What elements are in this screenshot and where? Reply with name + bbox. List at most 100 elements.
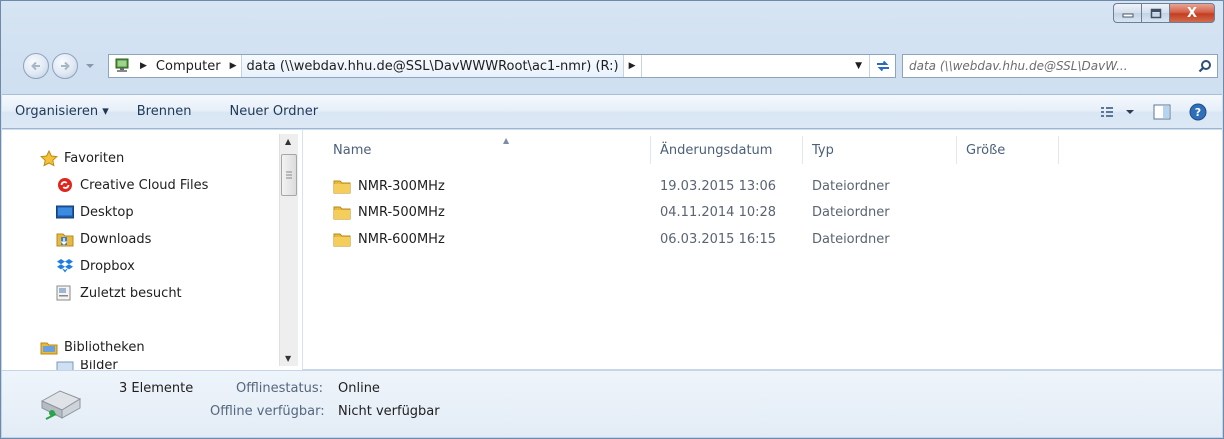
sidebar-header-favorites[interactable]: Favoriten [40, 146, 124, 170]
sidebar-item-label: Bilder [80, 360, 118, 370]
item-count: 3 Elemente [119, 381, 194, 396]
sidebar-item-downloads[interactable]: Downloads [56, 227, 151, 251]
change-view-button[interactable] [1096, 99, 1140, 125]
offline-status-label: Offlinestatus: [236, 381, 323, 396]
help-button[interactable]: ? [1184, 99, 1212, 125]
column-header-label: Typ [812, 142, 834, 158]
caption-buttons: X [1113, 3, 1215, 23]
navigation-scrollbar[interactable]: ▲ ▼ [279, 134, 298, 366]
content-area: Favoriten Creative Cloud Files Desktop D… [2, 130, 1222, 370]
sidebar-item-recent-places[interactable]: Zuletzt besucht [56, 281, 182, 305]
file-type: Dateiordner [812, 178, 890, 194]
file-modified: 19.03.2015 13:06 [660, 178, 777, 194]
file-name: NMR-600MHz [358, 231, 445, 247]
offline-available-label: Offline verfügbar: [210, 404, 325, 419]
offline-available-value: Nicht verfügbar [338, 404, 440, 419]
breadcrumb-separator-icon[interactable]: ▶ [624, 55, 642, 77]
sidebar-item-desktop[interactable]: Desktop [56, 200, 134, 224]
sidebar-item-label: Zuletzt besucht [80, 285, 182, 301]
file-type: Dateiordner [812, 204, 890, 220]
view-options-icon [1101, 107, 1134, 117]
breadcrumb-separator-icon[interactable]: ▶ [225, 61, 242, 71]
recent-pages-chevron-icon[interactable] [85, 62, 95, 70]
file-modified: 04.11.2014 10:28 [660, 204, 777, 220]
star-icon [40, 149, 58, 167]
minimize-icon [1122, 13, 1133, 18]
sidebar-item-label: Desktop [80, 204, 134, 220]
new-folder-button[interactable]: Neuer Ordner [201, 99, 328, 125]
sidebar-item-label: Dropbox [80, 258, 135, 274]
column-header-size[interactable]: Größe [958, 136, 1059, 164]
close-icon: X [1186, 5, 1198, 21]
breadcrumb-separator-icon[interactable]: ▶ [135, 61, 152, 71]
close-button[interactable]: X [1169, 3, 1215, 23]
file-modified: 06.03.2015 16:15 [660, 231, 777, 247]
file-row[interactable]: NMR-600MHz 06.03.2015 16:15 Dateiordner [325, 226, 1125, 252]
libraries-icon [40, 339, 58, 355]
folder-icon [333, 206, 351, 220]
sidebar-item-creative-cloud-files[interactable]: Creative Cloud Files [56, 173, 208, 197]
back-arrow-icon [31, 61, 40, 71]
column-header-type[interactable]: Typ [804, 136, 957, 164]
sidebar-header-label: Favoriten [64, 150, 125, 166]
creative-cloud-icon [56, 177, 74, 193]
file-row[interactable]: NMR-300MHz 19.03.2015 13:06 Dateiordner [325, 173, 1125, 199]
sidebar-item-label: Downloads [80, 231, 152, 247]
preview-pane-icon [1153, 104, 1171, 120]
computer-crumb-icon-wrap[interactable] [109, 55, 135, 77]
view-controls: ? [1096, 99, 1212, 125]
pictures-icon [56, 360, 74, 370]
file-name-cell[interactable]: NMR-300MHz [333, 173, 445, 199]
column-header-name[interactable]: Name ▲ [325, 136, 651, 164]
preview-pane-button[interactable] [1148, 99, 1176, 125]
folder-icon [333, 233, 351, 247]
sort-ascending-icon: ▲ [503, 136, 510, 145]
address-dropdown-icon[interactable]: ▼ [848, 61, 869, 71]
offline-status-value: Online [338, 381, 380, 396]
file-name-cell[interactable]: NMR-500MHz [333, 199, 445, 225]
sidebar-header-label: Bibliotheken [64, 339, 145, 355]
column-header-label: Änderungsdatum [660, 142, 773, 158]
dropbox-icon [56, 258, 74, 274]
file-row[interactable]: NMR-500MHz 04.11.2014 10:28 Dateiordner [325, 199, 1125, 225]
maximize-icon [1150, 8, 1161, 18]
sidebar-item-dropbox[interactable]: Dropbox [56, 254, 135, 278]
search-input[interactable] [903, 55, 1193, 77]
file-name: NMR-500MHz [358, 204, 445, 220]
file-list: Name ▲ Änderungsdatum Typ Größe NMR-300M… [303, 130, 1222, 370]
desktop-icon [56, 204, 74, 220]
forward-button[interactable] [52, 53, 78, 79]
search-box[interactable] [902, 54, 1218, 78]
sidebar-header-libraries[interactable]: Bibliotheken [40, 335, 145, 359]
refresh-icon [876, 60, 889, 72]
file-name-cell[interactable]: NMR-600MHz [333, 226, 445, 252]
back-button[interactable] [23, 53, 49, 79]
sidebar-item-label: Creative Cloud Files [80, 177, 209, 193]
computer-icon [115, 58, 129, 72]
breadcrumb-drive[interactable]: data (\\webdav.hhu.de@SSL\DavWWWRoot\ac1… [241, 55, 624, 77]
downloads-icon [56, 231, 74, 247]
burn-button[interactable]: Brennen [119, 99, 202, 125]
navigation-pane: Favoriten Creative Cloud Files Desktop D… [2, 130, 302, 370]
help-icon: ? [1189, 103, 1207, 121]
address-bar[interactable]: ▶ Computer ▶ data (\\webdav.hhu.de@SSL\D… [108, 54, 896, 78]
search-icon[interactable] [1193, 59, 1217, 73]
minimize-button[interactable] [1113, 3, 1141, 23]
scrollbar-thumb[interactable] [281, 154, 297, 196]
organize-button[interactable]: Organisieren ▾ [2, 99, 119, 125]
details-pane: 3 Elemente Offlinestatus: Online Offline… [2, 371, 1222, 437]
sidebar-item-pictures-partial[interactable]: Bilder [56, 360, 118, 370]
column-header-label: Name [333, 142, 372, 158]
navigation-bar: ▶ Computer ▶ data (\\webdav.hhu.de@SSL\D… [1, 49, 1223, 83]
title-bar[interactable]: X [1, 1, 1223, 45]
scroll-up-icon[interactable]: ▲ [285, 137, 291, 146]
breadcrumb-computer[interactable]: Computer [152, 55, 225, 77]
refresh-button[interactable] [869, 55, 895, 77]
command-bar: Organisieren ▾ Brennen Neuer Ordner ? [2, 94, 1222, 129]
column-header-label: Größe [966, 142, 1006, 158]
maximize-button[interactable] [1141, 3, 1169, 23]
column-header-modified[interactable]: Änderungsdatum [652, 136, 803, 164]
scroll-down-icon[interactable]: ▼ [285, 354, 291, 363]
folder-icon [333, 180, 351, 194]
explorer-window: X ▶ Computer ▶ data (\\webdav.hhu.de@SSL… [0, 0, 1224, 439]
